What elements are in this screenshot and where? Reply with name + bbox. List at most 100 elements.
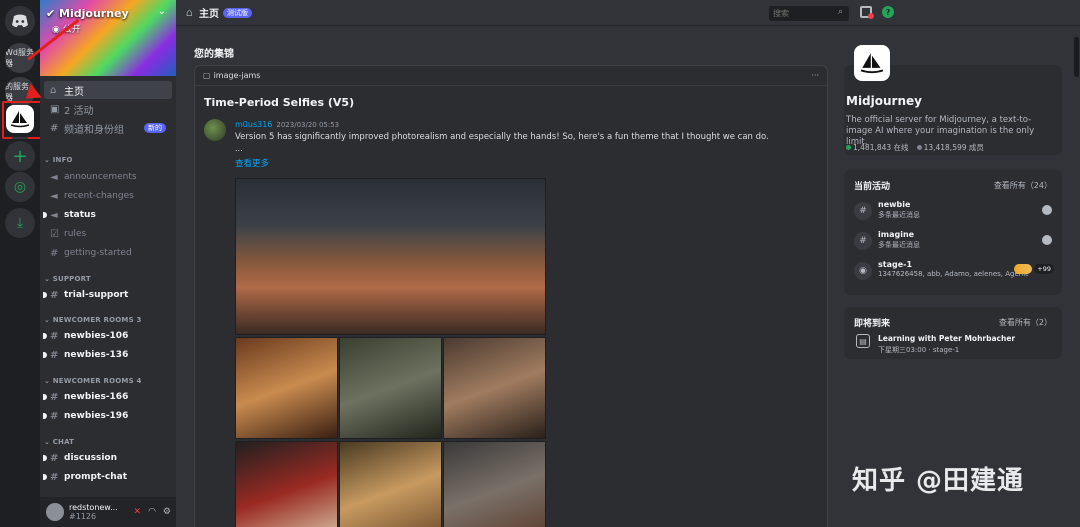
inbox-badge: [868, 13, 874, 19]
hash-icon: #: [50, 349, 59, 361]
avatar[interactable]: [204, 119, 226, 141]
activity-name: stage-1: [878, 260, 913, 269]
hash-icon: #: [50, 391, 59, 403]
avatar: [1042, 205, 1052, 215]
activity-item[interactable]: ◉ stage-1 1347626458, abb, Adamo, aelene…: [854, 258, 1054, 284]
page-title: 主页: [198, 9, 219, 20]
online-count: 1,481,843 在线: [846, 142, 909, 153]
right-panel: Midjourney The official server for Midjo…: [836, 27, 1080, 527]
upcoming-card: 即将到来 查看所有（2） ▤ Learning with Peter Mohrb…: [844, 307, 1062, 359]
post-image-tile[interactable]: [443, 337, 546, 439]
activity-card: 当前活动 查看所有（24） # newbie 多条最近消息 # imagine …: [844, 170, 1062, 295]
post-image-main[interactable]: [235, 178, 546, 335]
scrollbar[interactable]: [1074, 37, 1079, 77]
thread-icon: ▢: [203, 71, 211, 80]
beta-badge: 测试版: [222, 7, 252, 18]
megaphone-icon: ◄: [50, 190, 58, 202]
activity-title: 当前活动: [854, 182, 891, 192]
server-icon-midjourney[interactable]: [6, 105, 34, 133]
more-icon[interactable]: ···: [811, 71, 819, 80]
channel-trial-support[interactable]: # trial-support: [43, 286, 172, 304]
channel-recent-changes[interactable]: ◄ recent-changes: [44, 187, 172, 205]
see-more-link[interactable]: 查看更多: [235, 157, 269, 169]
activity-name: imagine: [878, 230, 915, 239]
post-image-tile[interactable]: [339, 441, 442, 527]
category-newcomer-4[interactable]: ⌄ NEWCOMER ROOMS 4: [44, 377, 142, 385]
post-image-tile[interactable]: [339, 337, 442, 439]
category-info[interactable]: ⌄ INFO: [44, 156, 73, 164]
help-icon[interactable]: ?: [882, 6, 894, 18]
hash-icon: #: [854, 232, 872, 250]
unread-indicator: [43, 292, 47, 298]
discord-home-icon[interactable]: [5, 6, 35, 36]
event-name[interactable]: Learning with Peter Mohrbacher: [878, 334, 1015, 343]
unread-indicator: [43, 352, 47, 358]
activity-item[interactable]: # imagine 多条最近消息: [854, 228, 1054, 254]
member-dot-icon: [916, 145, 922, 150]
hash-icon: #: [50, 247, 59, 259]
section-title: 您的集锦: [194, 49, 234, 60]
upcoming-title: 即将到来: [854, 319, 891, 329]
channel-prompt-chat[interactable]: # prompt-chat: [43, 468, 172, 486]
home-icon: ⌂: [50, 84, 57, 96]
category-newcomer-3[interactable]: ⌄ NEWCOMER ROOMS 3: [44, 316, 142, 324]
post-image-tile[interactable]: [235, 441, 338, 527]
channel-rules[interactable]: ☑ rules: [44, 225, 172, 243]
user-tag: #1126: [69, 512, 97, 521]
channel-discussion[interactable]: # discussion: [43, 449, 172, 467]
post-title[interactable]: Time-Period Selfies (V5): [204, 96, 354, 109]
message-author[interactable]: m0us316 2023/03/20 05:53: [235, 120, 339, 129]
avatar[interactable]: [46, 503, 64, 521]
hash-icon: #: [50, 289, 59, 301]
server-logo: [854, 45, 890, 81]
channel-announcements[interactable]: ◄ announcements: [44, 168, 172, 186]
activity-sub: 多条最近消息: [878, 211, 920, 219]
message-text: Version 5 has significantly improved pho…: [235, 132, 769, 142]
activity-sub: 多条最近消息: [878, 241, 920, 249]
channel-newbies-166[interactable]: # newbies-166: [43, 388, 172, 406]
user-info[interactable]: redstonew... #1126: [69, 503, 118, 521]
nav-events[interactable]: ▣ 2 活动: [44, 100, 172, 118]
chevron-down-icon[interactable]: ⌄: [158, 6, 166, 17]
author-name[interactable]: m0us316: [235, 120, 272, 129]
sailboat-icon: [860, 53, 884, 74]
upcoming-view-all[interactable]: 查看所有（2）: [999, 317, 1052, 328]
server-banner[interactable]: ✔ Midjourney ◉ 公开 ⌄: [40, 0, 176, 76]
nav-home[interactable]: ⌂ 主页: [44, 81, 172, 99]
gear-icon[interactable]: ⚙: [163, 507, 171, 517]
event-time: 下星期三03:00 · stage-1: [878, 346, 960, 354]
highlight-post[interactable]: ▢ image-jams ··· Time-Period Selfies (V5…: [194, 65, 828, 527]
headphones-icon[interactable]: ◠: [148, 507, 156, 517]
search-icon[interactable]: ⌕: [838, 7, 843, 17]
main-content: 您的集锦 ▢ image-jams ··· Time-Period Selfie…: [176, 27, 836, 527]
download-icon[interactable]: ⤓: [5, 208, 35, 238]
search-input[interactable]: [769, 6, 849, 21]
watermark: 知乎 @田建通: [852, 466, 1025, 496]
server-title: Midjourney: [846, 94, 922, 108]
mic-muted-icon[interactable]: ✕: [134, 507, 142, 517]
post-image-tile[interactable]: [443, 441, 546, 527]
unread-indicator: [43, 333, 47, 339]
channel-status[interactable]: ◄ status: [43, 206, 172, 224]
server-rail: Wd服务器 的服务器 + ◎ ⤓: [0, 0, 44, 527]
activity-item[interactable]: # newbie 多条最近消息: [854, 198, 1054, 224]
add-server-icon[interactable]: +: [5, 141, 35, 171]
activity-view-all[interactable]: 查看所有（24）: [994, 180, 1052, 191]
channel-newbies-106[interactable]: # newbies-106: [43, 327, 172, 345]
calendar-icon: ▤: [856, 334, 870, 348]
hash-icon: #: [50, 122, 59, 134]
member-count: 13,418,599 成员: [916, 142, 984, 153]
channel-newbies-136[interactable]: # newbies-136: [43, 346, 172, 364]
channel-newbies-196[interactable]: # newbies-196: [43, 407, 172, 425]
unread-indicator: [43, 413, 47, 419]
unread-indicator: [43, 212, 47, 218]
category-support[interactable]: ⌄ SUPPORT: [44, 275, 91, 283]
post-channel[interactable]: image-jams: [214, 71, 261, 80]
channel-getting-started[interactable]: # getting-started: [44, 244, 172, 262]
post-image-tile[interactable]: [235, 337, 338, 439]
avatar: [1042, 235, 1052, 245]
category-chat[interactable]: ⌄ CHAT: [44, 438, 74, 446]
explore-icon[interactable]: ◎: [5, 172, 35, 202]
nav-channels-roles[interactable]: # 频道和身份组 新的: [44, 119, 172, 137]
home-icon: ⌂: [186, 6, 193, 19]
